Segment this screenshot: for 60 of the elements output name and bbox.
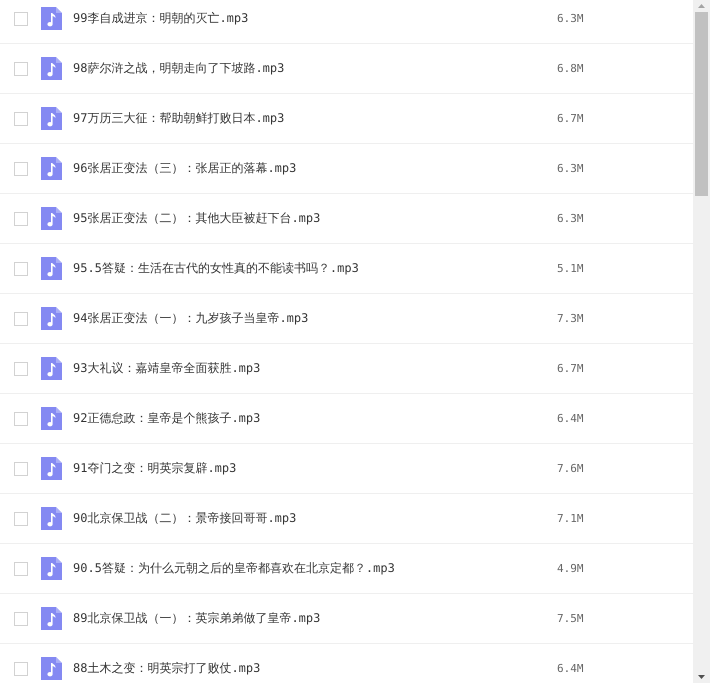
file-size: 6.8M bbox=[557, 62, 584, 75]
music-file-icon bbox=[41, 407, 62, 430]
file-size: 6.7M bbox=[557, 362, 584, 375]
file-name[interactable]: 94张居正变法（一）：九岁孩子当皇帝.mp3 bbox=[73, 310, 557, 327]
checkbox[interactable] bbox=[14, 662, 28, 676]
file-name[interactable]: 92正德怠政：皇帝是个熊孩子.mp3 bbox=[73, 410, 557, 427]
checkbox[interactable] bbox=[14, 212, 28, 226]
file-size: 6.3M bbox=[557, 12, 584, 25]
music-file-icon bbox=[41, 557, 62, 580]
scrollbar-thumb[interactable] bbox=[695, 12, 708, 196]
checkbox[interactable] bbox=[14, 162, 28, 176]
music-file-icon bbox=[41, 157, 62, 180]
checkbox[interactable] bbox=[14, 612, 28, 626]
file-name[interactable]: 88土木之变：明英宗打了败仗.mp3 bbox=[73, 660, 557, 677]
checkbox[interactable] bbox=[14, 412, 28, 426]
file-name[interactable]: 95.5答疑：生活在古代的女性真的不能读书吗？.mp3 bbox=[73, 260, 557, 277]
checkbox[interactable] bbox=[14, 362, 28, 376]
checkbox[interactable] bbox=[14, 262, 28, 276]
music-file-icon bbox=[41, 507, 62, 530]
file-name[interactable]: 98萨尔浒之战，明朝走向了下坡路.mp3 bbox=[73, 60, 557, 77]
music-file-icon bbox=[41, 657, 62, 680]
file-size: 6.3M bbox=[557, 162, 584, 175]
file-name[interactable]: 96张居正变法（三）：张居正的落幕.mp3 bbox=[73, 160, 557, 177]
file-name[interactable]: 90北京保卫战（二）：景帝接回哥哥.mp3 bbox=[73, 510, 557, 527]
music-file-icon bbox=[41, 107, 62, 130]
file-size: 7.6M bbox=[557, 462, 584, 475]
checkbox[interactable] bbox=[14, 112, 28, 126]
file-name[interactable]: 93大礼议：嘉靖皇帝全面获胜.mp3 bbox=[73, 360, 557, 377]
file-size: 4.9M bbox=[557, 562, 584, 575]
music-file-icon bbox=[41, 207, 62, 230]
music-file-icon bbox=[41, 457, 62, 480]
file-size: 6.4M bbox=[557, 662, 584, 675]
checkbox[interactable] bbox=[14, 562, 28, 576]
checkbox[interactable] bbox=[14, 462, 28, 476]
music-file-icon bbox=[41, 7, 62, 30]
file-size: 5.1M bbox=[557, 262, 584, 275]
music-file-icon bbox=[41, 307, 62, 330]
file-size: 7.3M bbox=[557, 312, 584, 325]
file-name[interactable]: 90.5答疑：为什么元朝之后的皇帝都喜欢在北京定都？.mp3 bbox=[73, 560, 557, 577]
file-name[interactable]: 89北京保卫战（一）：英宗弟弟做了皇帝.mp3 bbox=[73, 610, 557, 627]
scroll-up-icon[interactable] bbox=[698, 4, 705, 8]
music-file-icon bbox=[41, 357, 62, 380]
scrollbar[interactable] bbox=[693, 0, 710, 683]
file-name[interactable]: 91夺门之变：明英宗复辟.mp3 bbox=[73, 460, 557, 477]
file-name[interactable]: 99李自成进京：明朝的灭亡.mp3 bbox=[73, 10, 557, 27]
checkbox[interactable] bbox=[14, 12, 28, 26]
file-size: 6.4M bbox=[557, 412, 584, 425]
file-size: 7.1M bbox=[557, 512, 584, 525]
music-file-icon bbox=[41, 607, 62, 630]
music-file-icon bbox=[41, 57, 62, 80]
file-name[interactable]: 95张居正变法（二）：其他大臣被赶下台.mp3 bbox=[73, 210, 557, 227]
music-file-icon bbox=[41, 257, 62, 280]
file-size: 7.5M bbox=[557, 612, 584, 625]
file-name[interactable]: 97万历三大征：帮助朝鲜打败日本.mp3 bbox=[73, 110, 557, 127]
file-size: 6.7M bbox=[557, 112, 584, 125]
file-size: 6.3M bbox=[557, 212, 584, 225]
checkbox[interactable] bbox=[14, 312, 28, 326]
checkbox[interactable] bbox=[14, 512, 28, 526]
checkbox[interactable] bbox=[14, 62, 28, 76]
scroll-down-icon[interactable] bbox=[698, 675, 705, 679]
